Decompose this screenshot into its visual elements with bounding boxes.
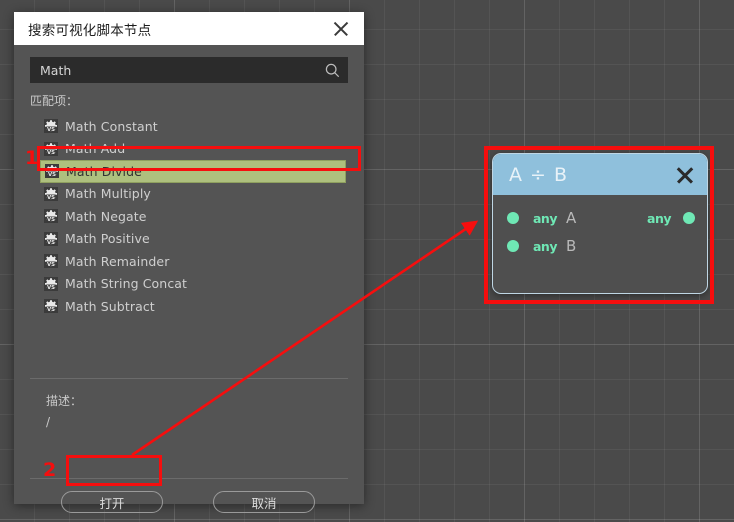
svg-text:VS: VS xyxy=(47,307,55,313)
vs-node-icon: VS xyxy=(44,209,58,224)
divider-bottom xyxy=(30,478,348,479)
input-pin-icon[interactable] xyxy=(507,240,519,252)
result-item-math-remainder[interactable]: VS Math Remainder xyxy=(30,250,348,273)
input-pin-icon[interactable] xyxy=(507,212,519,224)
vs-node-icon: VS xyxy=(44,186,58,201)
result-item-math-positive[interactable]: VS Math Positive xyxy=(30,228,348,251)
vs-node-icon: VS xyxy=(45,164,59,179)
search-node-dialog: 搜索可视化脚本节点 匹配项： VS Math Constant VS Math … xyxy=(14,12,364,513)
input-pin-label: A xyxy=(565,209,577,227)
search-icon[interactable] xyxy=(325,63,340,78)
svg-text:VS: VS xyxy=(47,127,55,133)
svg-text:VS: VS xyxy=(47,195,55,201)
node-title: A ÷ B xyxy=(509,163,569,186)
result-item-math-divide[interactable]: VS Math Divide xyxy=(40,160,346,183)
svg-text:VS: VS xyxy=(47,262,55,268)
result-item-label: Math Multiply xyxy=(65,186,151,202)
result-item-label: Math Constant xyxy=(65,118,158,134)
matches-label: 匹配项： xyxy=(30,94,79,108)
result-item-label: Math Add xyxy=(65,141,126,157)
input-pin-type: any xyxy=(533,210,557,226)
svg-text:VS: VS xyxy=(47,217,55,223)
description-text: / xyxy=(46,415,51,429)
svg-text:VS: VS xyxy=(47,240,55,246)
description-label: 描述： xyxy=(46,394,83,408)
dialog-body: 匹配项： VS Math Constant VS Math Add VS Mat… xyxy=(14,45,364,513)
result-item-math-multiply[interactable]: VS Math Multiply xyxy=(30,183,348,206)
math-divide-node[interactable]: A ÷ B any A any any B xyxy=(492,153,708,294)
node-pin-row[interactable]: any A any xyxy=(493,204,707,232)
output-pin-type: any xyxy=(647,210,671,226)
open-button[interactable]: 打开 xyxy=(61,491,163,513)
vs-node-icon: VS xyxy=(44,254,58,269)
results-list[interactable]: VS Math Constant VS Math Add VS Math Div… xyxy=(30,115,348,340)
annotation-step-2: 2 xyxy=(43,459,57,481)
result-item-label: Math Divide xyxy=(66,163,142,179)
input-pin-label: B xyxy=(565,237,577,255)
node-header[interactable]: A ÷ B xyxy=(493,154,707,195)
result-item-math-constant[interactable]: VS Math Constant xyxy=(30,115,348,138)
node-pin-row[interactable]: any B xyxy=(493,232,707,260)
input-pin-type: any xyxy=(533,238,557,254)
result-item-math-string-concat[interactable]: VS Math String Concat xyxy=(30,273,348,296)
svg-text:VS: VS xyxy=(48,172,56,178)
close-icon[interactable] xyxy=(675,165,695,185)
result-item-label: Math Remainder xyxy=(65,253,170,269)
vs-node-icon: VS xyxy=(44,276,58,291)
result-item-math-negate[interactable]: VS Math Negate xyxy=(30,205,348,228)
result-item-label: Math String Concat xyxy=(65,276,188,292)
vs-node-icon: VS xyxy=(44,141,58,156)
vs-node-icon: VS xyxy=(44,231,58,246)
annotation-step-1: 1 xyxy=(25,147,39,169)
result-item-label: Math Negate xyxy=(65,208,147,224)
result-item-label: Math Subtract xyxy=(65,298,155,314)
dialog-titlebar: 搜索可视化脚本节点 xyxy=(14,12,364,45)
svg-text:VS: VS xyxy=(47,285,55,291)
close-icon[interactable] xyxy=(330,18,352,40)
node-body: any A any any B xyxy=(493,195,707,260)
dialog-title: 搜索可视化脚本节点 xyxy=(28,22,152,39)
vs-node-icon: VS xyxy=(44,119,58,134)
search-input[interactable] xyxy=(40,62,325,78)
result-item-math-subtract[interactable]: VS Math Subtract xyxy=(30,295,348,318)
result-item-math-add[interactable]: VS Math Add xyxy=(30,138,348,161)
result-item-label: Math Positive xyxy=(65,231,150,247)
vs-node-icon: VS xyxy=(44,299,58,314)
svg-text:VS: VS xyxy=(47,150,55,156)
cancel-button[interactable]: 取消 xyxy=(213,491,315,513)
divider-top xyxy=(30,378,348,379)
output-pin-icon[interactable] xyxy=(683,212,695,224)
search-field[interactable] xyxy=(30,57,348,83)
